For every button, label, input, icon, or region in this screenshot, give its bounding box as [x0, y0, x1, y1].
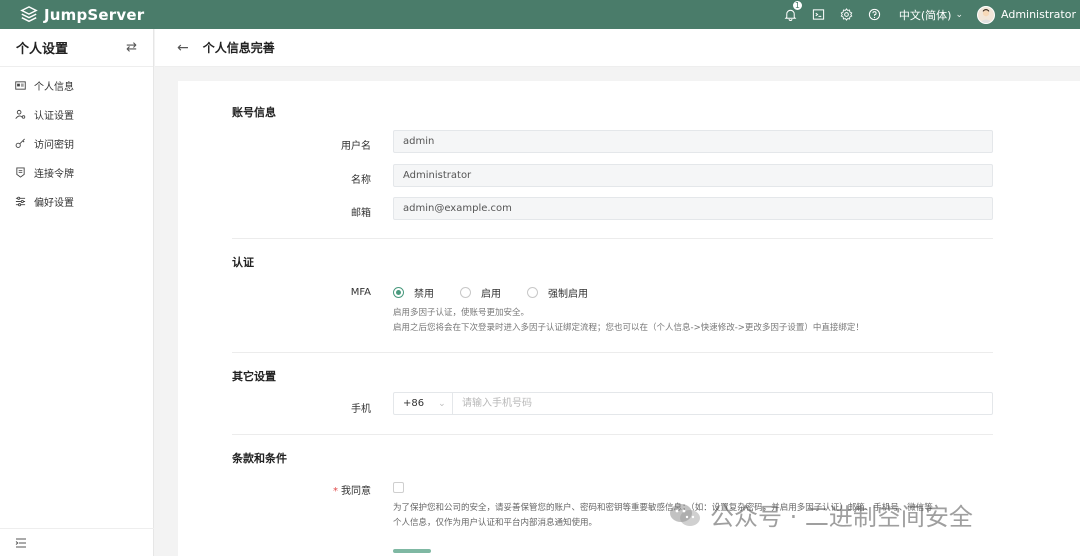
sidebar-title: 个人设置	[16, 42, 69, 57]
help-button[interactable]	[861, 0, 889, 29]
sidebar-item-connection-token[interactable]: 连接令牌	[0, 158, 153, 187]
phone-label: 手机	[351, 404, 371, 415]
token-icon	[16, 167, 25, 178]
agree-label: * 我同意	[251, 482, 371, 497]
email-value: admin@example.com	[403, 203, 512, 214]
watermark-text: 公众号 · 二进制空间安全	[710, 503, 973, 531]
jumpserver-logo-icon	[20, 5, 38, 22]
sidebar-header: 个人设置 ⇄	[0, 29, 153, 67]
divider	[232, 434, 993, 435]
page-header: ← 个人信息完善	[155, 29, 1080, 67]
radio-unchecked-icon[interactable]	[527, 287, 538, 298]
chevron-down-icon: ⌄	[438, 398, 446, 409]
required-mark: *	[333, 486, 338, 497]
sidebar-item-label: 个人信息	[34, 82, 74, 93]
logo[interactable]: JumpServer	[20, 6, 144, 24]
username: Administrator	[1001, 8, 1076, 21]
mfa-option-enabled[interactable]: 启用	[460, 285, 501, 300]
mfa-option-label: 启用	[481, 289, 501, 300]
sidebar-item-label: 访问密钥	[34, 140, 74, 151]
mfa-radio-group: 禁用 启用 强制启用	[393, 285, 614, 300]
user-menu[interactable]: Administrator	[977, 5, 1076, 24]
agree-label-text: 我同意	[341, 486, 371, 497]
mfa-label: MFA	[350, 287, 371, 298]
id-card-icon	[15, 81, 26, 90]
avatar	[977, 5, 995, 24]
divider	[232, 352, 993, 353]
user-avatar-icon	[979, 8, 993, 23]
name-field[interactable]: Administrator	[393, 164, 993, 187]
profile-form: 账号信息 用户名 admin 名称 Administrator 邮箱 admin…	[178, 81, 1080, 556]
top-bar: JumpServer 1 中文(简体) ⌄ Administrator	[0, 0, 1080, 29]
gear-icon	[841, 8, 853, 21]
section-title-terms: 条款和条件	[232, 452, 287, 465]
radio-unchecked-icon[interactable]	[460, 287, 471, 298]
sidebar-item-preferences[interactable]: 偏好设置	[0, 187, 153, 216]
name-label: 名称	[351, 175, 371, 186]
watermark: 公众号 · 二进制空间安全	[668, 497, 973, 532]
terminal-button[interactable]	[805, 0, 833, 29]
user-gear-icon	[15, 109, 26, 119]
sidebar-item-label: 认证设置	[34, 111, 74, 122]
mfa-help-line-2: 启用之后您将会在下次登录时进入多因子认证绑定流程；您也可以在（个人信息->快速修…	[393, 323, 864, 333]
sliders-icon	[15, 196, 26, 207]
section-title-account: 账号信息	[232, 106, 276, 119]
phone-input[interactable]	[453, 393, 992, 414]
mfa-option-label: 禁用	[414, 289, 434, 300]
submit-button[interactable]	[393, 549, 431, 553]
back-arrow-icon[interactable]: ←	[177, 40, 189, 56]
language-label: 中文(简体)	[898, 8, 952, 22]
chevron-down-icon: ⌄	[955, 9, 963, 20]
terminal-icon	[813, 9, 825, 20]
country-code-value: +86	[403, 398, 425, 409]
sidebar-item-label: 连接令牌	[34, 169, 74, 180]
radio-checked-icon[interactable]	[393, 287, 404, 298]
help-circle-icon	[869, 8, 881, 21]
brand-name: JumpServer	[44, 5, 145, 24]
notification-button[interactable]: 1	[777, 0, 805, 29]
swap-icon[interactable]: ⇄	[126, 40, 137, 55]
sidebar-collapse-button[interactable]	[0, 528, 154, 556]
settings-button[interactable]	[833, 0, 861, 29]
mfa-option-forced[interactable]: 强制启用	[527, 285, 588, 300]
username-label: 用户名	[341, 141, 371, 152]
menu-collapse-icon	[15, 538, 26, 547]
name-value: Administrator	[403, 170, 472, 181]
username-value: admin	[403, 136, 435, 147]
mfa-option-label: 强制启用	[548, 289, 588, 300]
sidebar: 个人设置 ⇄ 个人信息 认证设置 访问密钥 连接令牌 偏好设置	[0, 29, 154, 556]
notification-badge: 1	[791, 0, 803, 11]
agree-checkbox[interactable]	[393, 482, 404, 493]
phone-field: +86 ⌄	[393, 392, 993, 415]
section-title-auth: 认证	[232, 256, 254, 269]
sidebar-item-auth[interactable]: 认证设置	[0, 100, 153, 129]
divider	[232, 238, 993, 239]
country-code-select[interactable]: +86 ⌄	[394, 393, 453, 414]
sidebar-item-profile[interactable]: 个人信息	[0, 71, 153, 100]
wechat-icon	[670, 503, 700, 526]
sidebar-item-access-key[interactable]: 访问密钥	[0, 129, 153, 158]
key-icon	[15, 138, 25, 148]
mfa-option-disabled[interactable]: 禁用	[393, 285, 434, 300]
mfa-help-line-1: 启用多因子认证，使账号更加安全。	[393, 308, 530, 318]
username-field[interactable]: admin	[393, 130, 993, 153]
sidebar-item-label: 偏好设置	[34, 198, 74, 209]
language-selector[interactable]: 中文(简体) ⌄	[899, 7, 963, 23]
page-title: 个人信息完善	[202, 41, 275, 55]
email-field[interactable]: admin@example.com	[393, 197, 993, 220]
section-title-other: 其它设置	[232, 370, 276, 383]
email-label: 邮箱	[351, 208, 371, 219]
